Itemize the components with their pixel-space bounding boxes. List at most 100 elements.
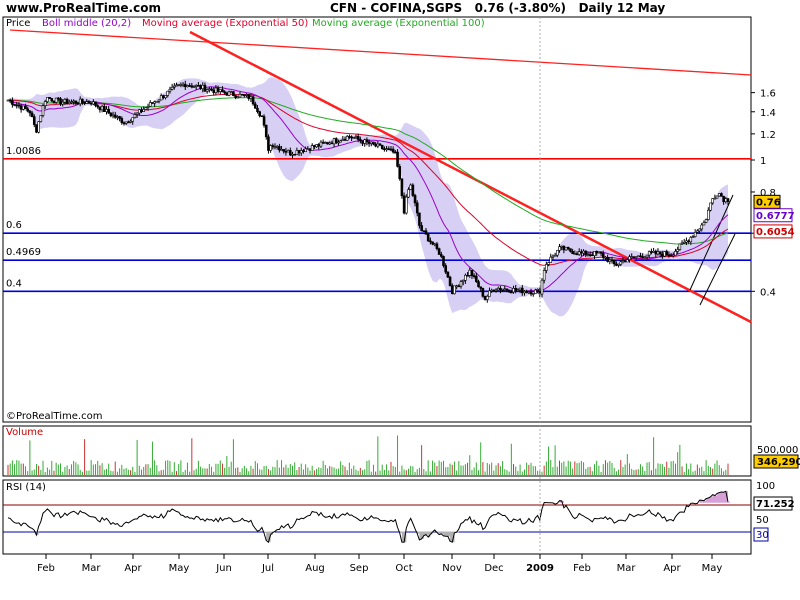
candle-body [339,140,342,143]
candle-body [453,285,456,295]
chart-canvas[interactable]: 1.0086 0.6 0.4969 0.4 Price Boll middle (20… [0,0,800,600]
candle-body [168,88,172,92]
candle-body [96,105,100,108]
candle-body [46,97,49,102]
candle-body [118,116,121,119]
candle-body [24,105,27,110]
candle-body [440,254,443,257]
candle-body [525,291,528,293]
candle-body [704,219,708,223]
candle-body [391,148,395,153]
rsi-oversold-fill [36,531,459,543]
candle-body [376,143,380,147]
volume-bars [7,435,729,475]
candle-body [601,253,605,258]
candle-body [468,269,472,276]
candle-body [615,263,618,266]
candle-body [647,251,651,256]
rsi-value-tag: 71.252 [756,499,795,510]
candle-body [621,260,625,263]
candle-body [562,245,566,251]
candle-body [334,138,338,143]
candle-body [571,251,574,255]
candle-body [164,95,167,98]
candle-body [100,106,104,111]
time-tick-label: Feb [37,563,55,574]
candle-body [663,251,666,257]
candle-body [591,254,594,257]
candle-body [593,251,596,256]
candle-body [102,106,106,112]
candle-body [306,148,310,151]
candle-body [556,250,559,256]
candle-body [345,136,349,141]
candle-body [78,98,82,105]
candle-body [107,109,110,114]
candle-body [472,275,476,277]
candle-body [415,202,419,214]
legend-boll: Boll middle (20,2) [42,18,131,29]
candle-body [321,141,325,144]
candle-body [57,97,60,100]
candle-body [634,256,638,259]
time-tick-label: Apr [124,563,142,574]
candle-body [85,101,89,104]
candle-body [720,193,723,197]
candle-body [610,259,614,262]
time-tick-label: Oct [395,563,412,574]
candle-body [251,96,255,105]
candle-body [267,136,270,151]
candle-body [146,106,150,108]
candle-body [299,150,303,154]
candle-body [30,112,34,117]
candle-body [116,116,119,118]
volume-axis: 500,000 346,290 [753,445,800,469]
candle-body [470,269,474,276]
candle-body [179,84,183,86]
candle-body [313,145,316,148]
candle-body [326,142,329,145]
candle-body [52,100,56,103]
candle-body [32,116,36,125]
time-tick-label: Feb [573,563,591,574]
candle-body [22,105,25,110]
candle-body [113,114,117,118]
candle-body [151,102,154,104]
candle-body [177,84,180,86]
candle-body [48,97,51,99]
candle-body [678,243,682,250]
candle-body [26,108,29,112]
candle-body [580,251,583,254]
candle-body [422,230,426,233]
candle-body [398,166,402,180]
candle-body [127,121,130,124]
candle-body [531,293,535,295]
candle-body [83,101,86,104]
candle-body [674,251,677,256]
candle-body [402,195,406,214]
candle-body [6,99,10,102]
candle-body [407,189,410,198]
candle-body [249,96,253,99]
candle-body [551,255,555,258]
candle-body [124,121,128,124]
candle-body [485,296,489,300]
legend-ema100: Moving average (Exponential 100) [312,18,485,29]
time-tick-label: Jun [215,563,232,574]
candle-body [212,89,216,93]
candle-body [560,245,563,248]
candle-body [698,228,701,232]
candle-body [709,202,712,211]
candle-body [304,148,307,152]
candle-body [577,251,581,255]
candle-body [271,145,275,148]
candle-body [302,150,305,152]
candle-body [275,146,279,148]
candle-body [273,146,277,148]
candle-body [286,150,290,153]
price-panel-frame [2,16,752,423]
candle-body [696,230,699,233]
candle-body [385,148,388,151]
candle-body [94,101,97,106]
candle-body [450,285,454,295]
